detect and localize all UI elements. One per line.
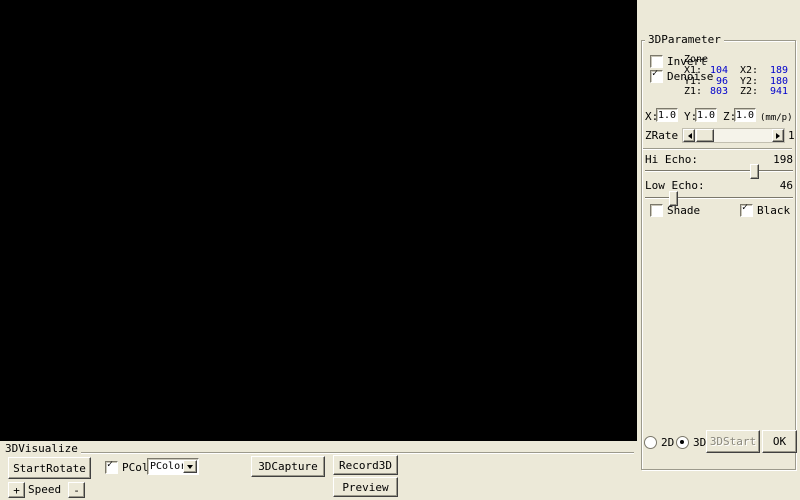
zrate-label: ZRate [645, 130, 678, 142]
zone-z1-value: 803 [704, 87, 728, 98]
denoise-checkbox-box[interactable] [650, 70, 663, 83]
capture-3d-button[interactable]: 3DCapture [251, 456, 325, 477]
separator-line [643, 148, 792, 150]
pcolor-dropdown-value: PColor [148, 461, 183, 472]
scale-unit-label: (mm/p) [760, 112, 793, 124]
mode-3d-radio[interactable]: 3D [676, 436, 706, 449]
black-checkbox-label: Black [757, 205, 790, 217]
low-echo-slider[interactable] [645, 191, 793, 204]
chevron-down-icon[interactable] [183, 460, 197, 473]
mode-2d-radio-circle[interactable] [644, 436, 657, 449]
zone-row-z: Z1: 803 Z2: 941 [684, 87, 794, 98]
zrate-scroll-left-arrow-icon[interactable] [683, 129, 695, 142]
zone-z2-value: 941 [760, 87, 788, 98]
application-window: 3DParameter Invert Denoise Zone X1: 104 … [0, 0, 800, 500]
zone-z2-label: Z2: [740, 87, 760, 98]
mode-2d-radio[interactable]: 2D [644, 436, 674, 449]
shade-checkbox[interactable]: Shade [650, 204, 700, 217]
speed-minus-button[interactable]: - [68, 482, 85, 498]
pcolor-dropdown[interactable]: PColor [147, 458, 199, 475]
ultrasound-volume-render[interactable] [168, 111, 444, 342]
black-checkbox-box[interactable] [740, 204, 753, 217]
low-echo-slider-track [645, 197, 793, 199]
speed-label: Speed [28, 484, 61, 496]
visualize-panel: 3DVisualize StartRotate + Speed - PColor… [0, 441, 637, 500]
start3d-button[interactable]: 3DStart [706, 430, 760, 453]
hi-echo-slider[interactable] [645, 164, 793, 177]
ok-button[interactable]: OK [762, 430, 797, 453]
zone-x1-label: X1: [684, 66, 704, 77]
zrate-scrollbar-thumb[interactable] [696, 129, 714, 142]
black-checkbox[interactable]: Black [740, 204, 790, 217]
hi-echo-slider-track [645, 170, 793, 172]
zrate-value: 1 [788, 130, 795, 142]
zone-x2-label: X2: [740, 66, 760, 77]
zone-z1-label: Z1: [684, 87, 704, 98]
mode-3d-radio-circle[interactable] [676, 436, 689, 449]
record-3d-button[interactable]: Record3D [333, 455, 398, 475]
preview-button[interactable]: Preview [333, 477, 398, 497]
hi-echo-slider-thumb[interactable] [750, 164, 759, 179]
zone-x1-value: 104 [704, 66, 728, 77]
zrate-scrollbar[interactable] [682, 128, 785, 143]
parameter-groupbox [641, 40, 796, 470]
zone-row-x: X1: 104 X2: 189 [684, 66, 794, 77]
zrate-scroll-right-arrow-icon[interactable] [772, 129, 784, 142]
invert-checkbox-box[interactable] [650, 55, 663, 68]
zone-values: X1: 104 X2: 189 Y1: 96 Y2: 180 Z1: 803 Z… [684, 66, 794, 98]
pcolor-checkbox-box[interactable] [105, 461, 118, 474]
parameter-groupbox-title: 3DParameter [645, 34, 724, 46]
zone-x2-value: 189 [760, 66, 788, 77]
zrate-scrollbar-track[interactable] [695, 129, 772, 142]
start-rotate-button[interactable]: StartRotate [8, 457, 91, 479]
mode-2d-radio-label: 2D [661, 437, 674, 449]
visualize-panel-title: 3DVisualize [2, 443, 81, 455]
render-viewport[interactable] [0, 0, 637, 441]
shade-checkbox-box[interactable] [650, 204, 663, 217]
z-scale-input[interactable] [734, 108, 756, 122]
y-scale-input[interactable] [695, 108, 717, 122]
parameter-panel: 3DParameter Invert Denoise Zone X1: 104 … [637, 0, 800, 500]
mode-3d-radio-label: 3D [693, 437, 706, 449]
x-scale-input[interactable] [656, 108, 678, 122]
visualize-groupbox-line [2, 452, 634, 454]
shade-checkbox-label: Shade [667, 205, 700, 217]
speed-plus-button[interactable]: + [8, 482, 25, 498]
